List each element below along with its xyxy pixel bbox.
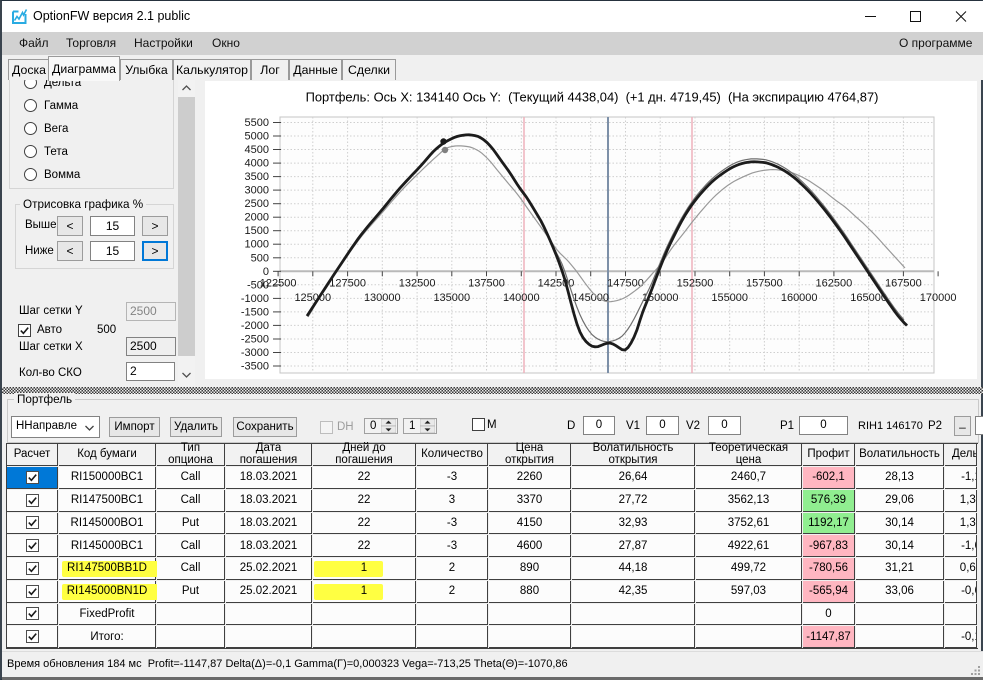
svg-text:3000: 3000 — [245, 185, 269, 197]
svg-text:-2000: -2000 — [241, 320, 269, 332]
svg-text:130000: 130000 — [364, 292, 401, 304]
svg-text:132500: 132500 — [399, 277, 436, 289]
svg-text:127500: 127500 — [329, 277, 366, 289]
svg-text:5000: 5000 — [245, 131, 269, 143]
svg-text:-2500: -2500 — [241, 334, 269, 346]
svg-text:4000: 4000 — [245, 158, 269, 170]
svg-text:5500: 5500 — [245, 117, 269, 129]
svg-text:137500: 137500 — [468, 277, 505, 289]
svg-text:Портфель: Ось X: 134140 Ось Y:: Портфель: Ось X: 134140 Ось Y: (Текущий … — [306, 90, 879, 105]
svg-text:1500: 1500 — [245, 225, 269, 237]
svg-text:2000: 2000 — [245, 212, 269, 224]
svg-text:152500: 152500 — [677, 277, 714, 289]
svg-text:125000: 125000 — [294, 292, 331, 304]
svg-text:145000: 145000 — [572, 292, 609, 304]
svg-text:0: 0 — [263, 266, 269, 278]
svg-text:2500: 2500 — [245, 198, 269, 210]
svg-text:135000: 135000 — [433, 292, 470, 304]
svg-text:-3500: -3500 — [241, 361, 269, 373]
svg-text:140000: 140000 — [503, 292, 540, 304]
svg-text:162500: 162500 — [816, 277, 853, 289]
svg-text:170000: 170000 — [920, 292, 957, 304]
svg-text:155000: 155000 — [711, 292, 748, 304]
svg-text:500: 500 — [251, 252, 269, 264]
svg-text:160000: 160000 — [781, 292, 818, 304]
svg-text:157500: 157500 — [746, 277, 783, 289]
svg-text:-1500: -1500 — [241, 306, 269, 318]
svg-text:-3000: -3000 — [241, 347, 269, 359]
svg-text:4500: 4500 — [245, 144, 269, 156]
svg-text:3500: 3500 — [245, 171, 269, 183]
svg-text:-1000: -1000 — [241, 293, 269, 305]
svg-text:1000: 1000 — [245, 239, 269, 251]
svg-text:122500: 122500 — [260, 277, 297, 289]
svg-text:167500: 167500 — [885, 277, 922, 289]
